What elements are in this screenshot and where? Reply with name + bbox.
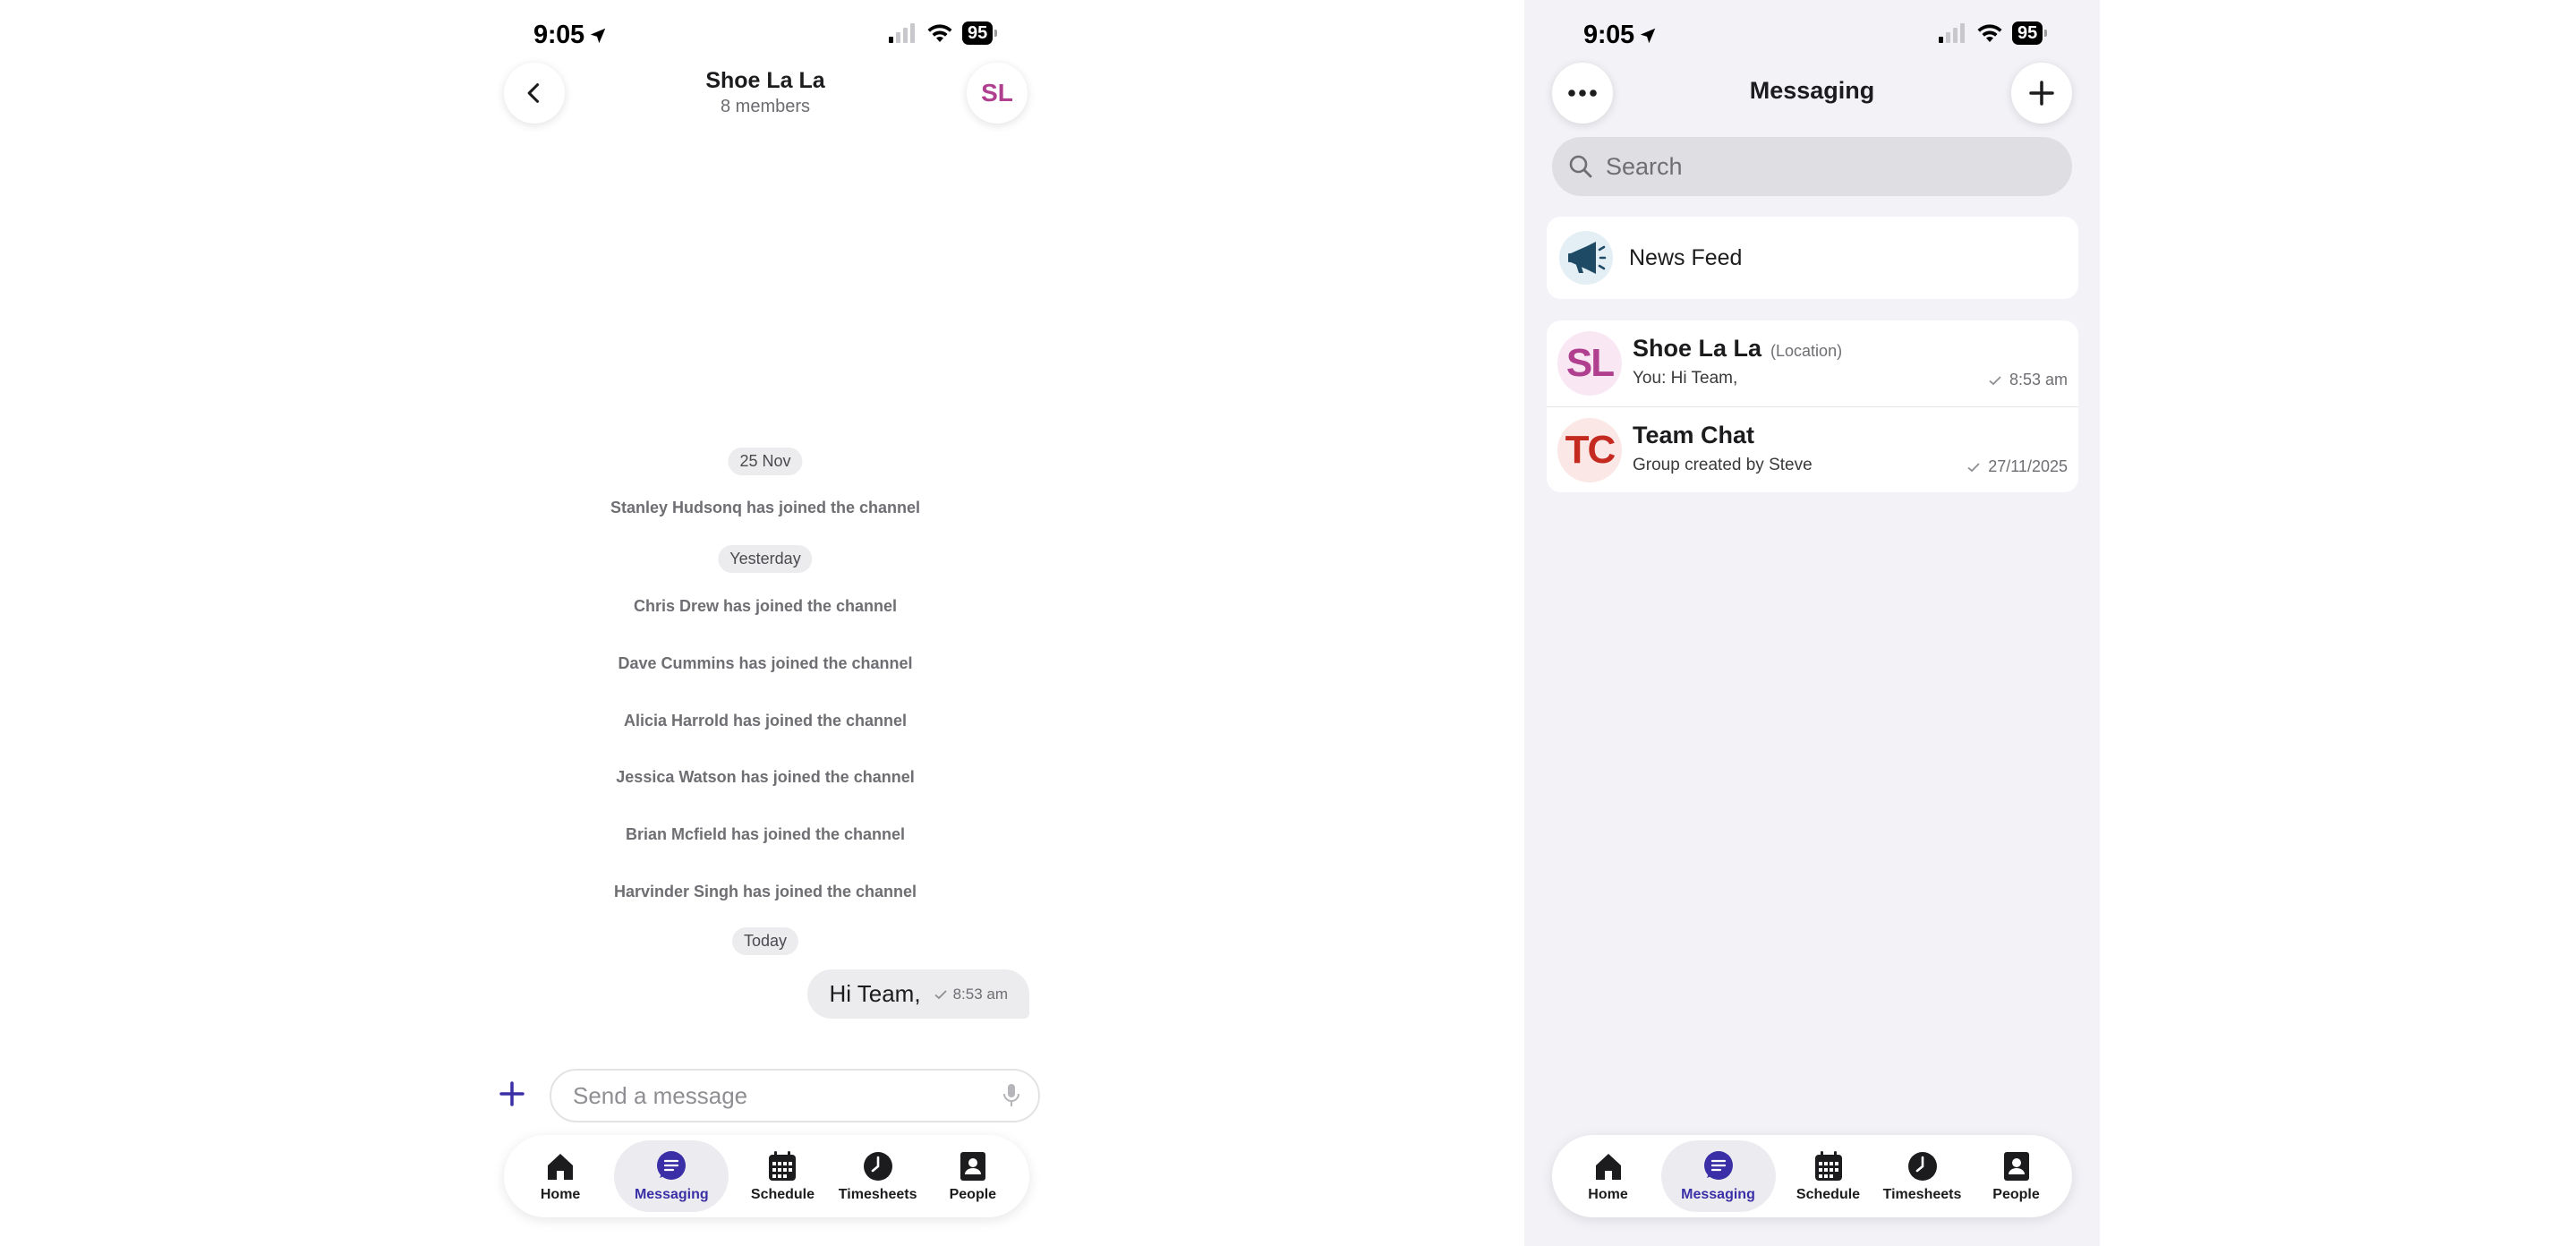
chat-list: SL Shoe La La (Location) You: Hi Team, 8:…: [1547, 320, 2078, 492]
search-input[interactable]: [1606, 152, 2035, 181]
cellular-signal-icon: [889, 23, 915, 43]
tab-home[interactable]: Home: [1567, 1140, 1650, 1212]
date-separator: Yesterday: [718, 545, 813, 573]
chat-time: 8:53 am: [2009, 371, 2068, 388]
tab-label: Messaging: [1681, 1187, 1755, 1202]
tab-bar: Home Messaging Schedule Timesheets Peopl…: [504, 1135, 1029, 1217]
megaphone-icon: [1568, 242, 1607, 274]
tab-label: Home: [540, 1187, 581, 1202]
status-bar: 9:05 95: [474, 18, 1056, 54]
system-message: Brian Mcfield has joined the channel: [625, 825, 906, 843]
chat-name-line: Team Chat: [1633, 422, 1754, 449]
checkmark-icon: [1967, 462, 1980, 472]
tab-label: Timesheets: [838, 1187, 917, 1202]
messaging-screen: 9:05 95 Messaging News Feed SL Shoe La L…: [1524, 0, 2100, 1246]
wifi-icon: [927, 24, 952, 42]
chat-name-line: Shoe La La (Location): [1633, 335, 1842, 363]
tab-label: Timesheets: [1882, 1187, 1962, 1202]
microphone-button[interactable]: [1002, 1083, 1020, 1113]
avatar: SL: [981, 79, 1013, 107]
tab-label: Home: [1588, 1187, 1628, 1202]
contact-book-icon: [960, 1152, 985, 1181]
date-separator: 25 Nov: [728, 448, 803, 475]
tab-home[interactable]: Home: [519, 1140, 601, 1212]
tab-schedule[interactable]: Schedule: [1787, 1140, 1870, 1212]
calendar-icon: [1814, 1151, 1842, 1181]
tab-label: Schedule: [750, 1187, 815, 1202]
chat-tag: (Location): [1770, 342, 1843, 360]
status-bar: 9:05 95: [1524, 18, 2100, 54]
battery-indicator: 95: [2012, 21, 2048, 45]
chat-time: 27/11/2025: [1988, 457, 2068, 475]
chat-screen: 9:05 95 Shoe La La 8 members SL 25 Nov S…: [474, 0, 1056, 1246]
location-arrow-icon: [590, 29, 606, 44]
plus-icon: [2029, 81, 2054, 106]
message-text: Hi Team,: [829, 980, 921, 1007]
tab-timesheets[interactable]: Timesheets: [1881, 1140, 1964, 1212]
tab-label: Schedule: [1796, 1187, 1861, 1202]
news-feed-icon-wrapper: [1559, 231, 1613, 285]
tab-people[interactable]: People: [932, 1140, 1014, 1212]
microphone-icon: [1003, 1084, 1019, 1106]
location-arrow-icon: [1640, 29, 1656, 44]
status-time: 9:05: [533, 21, 608, 50]
cellular-signal-icon: [1939, 23, 1965, 43]
avatar: TC: [1557, 418, 1622, 482]
channel-avatar-button[interactable]: SL: [967, 63, 1028, 124]
calendar-icon: [769, 1151, 797, 1181]
tab-label: People: [1992, 1187, 2040, 1202]
chat-preview: You: Hi Team,: [1633, 369, 1738, 388]
system-message: Harvinder Singh has joined the channel: [613, 883, 917, 900]
tab-bar: Home Messaging Schedule Timesheets Peopl…: [1552, 1135, 2072, 1217]
avatar: SL: [1557, 331, 1622, 396]
status-indicators: 95: [1939, 21, 2048, 45]
status-indicators: 95: [889, 21, 998, 45]
system-message: Chris Drew has joined the channel: [633, 597, 898, 615]
clock-icon: [863, 1152, 892, 1181]
message-input[interactable]: [550, 1069, 1040, 1122]
message-meta: 8:53 am: [934, 986, 1008, 1003]
chat-preview: Group created by Steve: [1633, 456, 1813, 474]
chat-meta: 8:53 am: [1988, 371, 2068, 389]
tab-people[interactable]: People: [1975, 1140, 2058, 1212]
search-bar[interactable]: [1552, 137, 2072, 196]
system-message: Stanley Hudsonq has joined the channel: [610, 499, 921, 516]
tab-messaging[interactable]: Messaging: [1660, 1140, 1776, 1212]
system-message: Alicia Harrold has joined the channel: [623, 712, 908, 730]
tab-schedule[interactable]: Schedule: [741, 1140, 823, 1212]
chat-meta: 27/11/2025: [1966, 457, 2068, 476]
battery-indicator: 95: [962, 21, 998, 45]
chat-list-item[interactable]: SL Shoe La La (Location) You: Hi Team, 8:…: [1547, 320, 2078, 406]
system-message: Jessica Watson has joined the channel: [616, 768, 915, 786]
checkmark-icon: [934, 989, 947, 999]
clock-icon: [1907, 1152, 1937, 1181]
wifi-icon: [1977, 24, 2002, 42]
house-icon: [1595, 1154, 1621, 1180]
search-icon: [1569, 155, 1592, 178]
news-feed-item[interactable]: News Feed: [1547, 217, 2078, 299]
message-time: 8:53 am: [952, 985, 1008, 1003]
status-time: 9:05: [1583, 21, 1658, 50]
checkmark-icon: [1989, 375, 2001, 385]
date-separator: Today: [731, 927, 799, 955]
attach-button[interactable]: [494, 1076, 530, 1112]
message-bubble[interactable]: Hi Team, 8:53 am: [807, 969, 1029, 1019]
chat-name: Shoe La La: [1633, 335, 1762, 362]
new-message-button[interactable]: [2011, 63, 2072, 124]
system-message: Dave Cummins has joined the channel: [618, 654, 913, 672]
news-feed-label: News Feed: [1629, 244, 1743, 270]
tab-label: People: [949, 1187, 997, 1202]
chat-list-item[interactable]: TC Team Chat Group created by Steve 27/1…: [1547, 406, 2078, 492]
chat-bubble-icon: [657, 1151, 687, 1180]
tab-messaging[interactable]: Messaging: [614, 1140, 729, 1212]
house-icon: [548, 1154, 574, 1180]
contact-book-icon: [2003, 1152, 2029, 1181]
tab-label: Messaging: [634, 1187, 709, 1202]
plus-icon: [499, 1081, 525, 1106]
chat-bubble-icon: [1703, 1151, 1733, 1180]
chat-name: Team Chat: [1633, 422, 1755, 448]
tab-timesheets[interactable]: Timesheets: [837, 1140, 919, 1212]
